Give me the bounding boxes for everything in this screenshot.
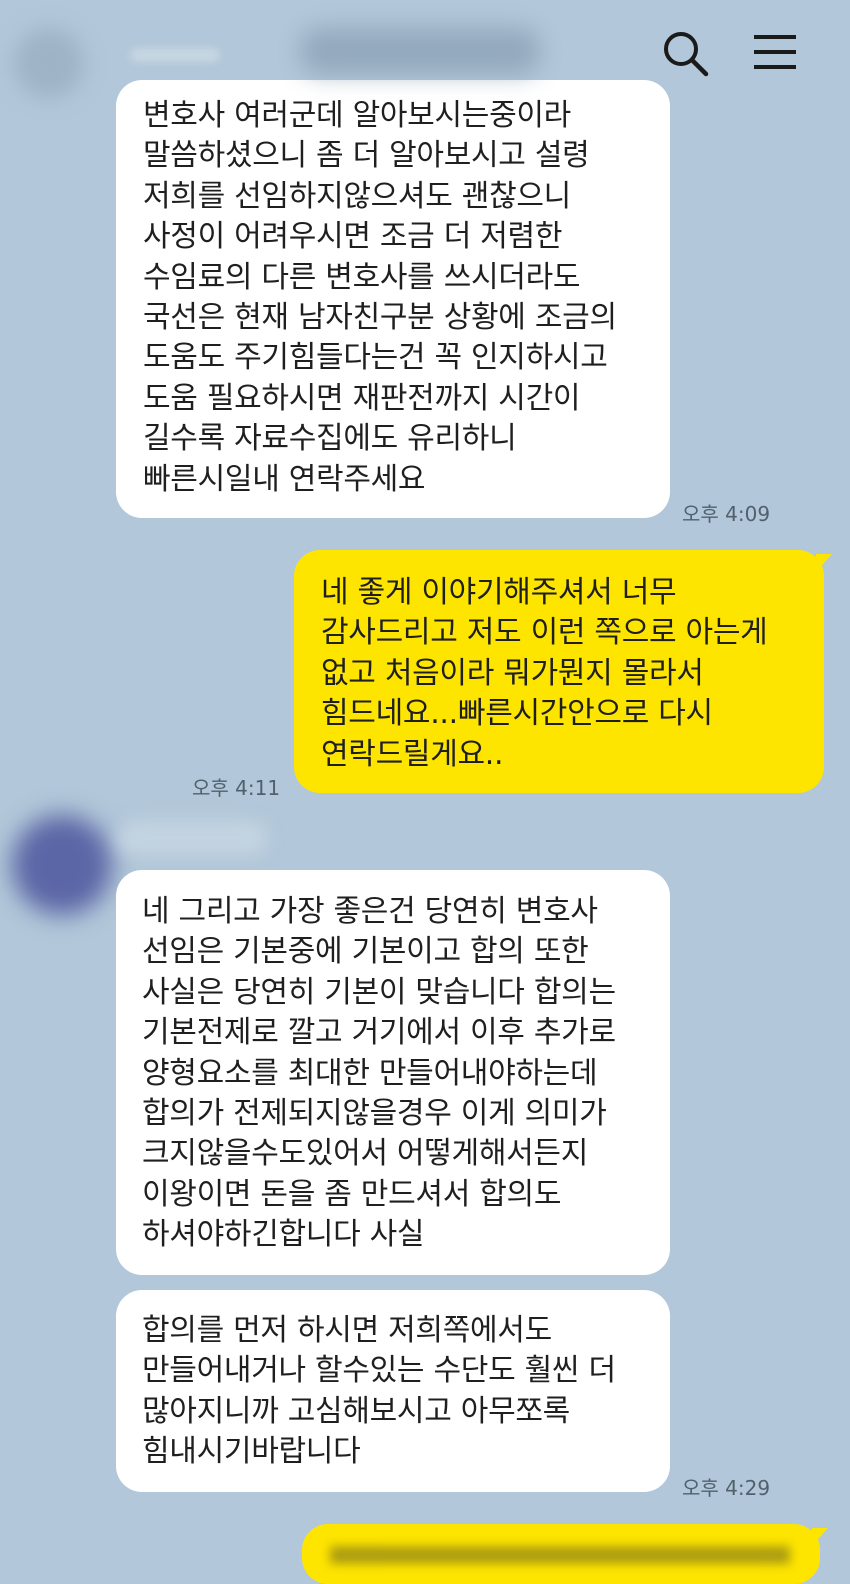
sender-avatar-blurred[interactable] [12, 815, 112, 915]
blurred-text [330, 1546, 790, 1564]
chat-header [0, 0, 850, 100]
message-bubble-incoming[interactable]: 합의를 먼저 하시면 저희쪽에서도 만들어내거나 할수있는 수단도 훨씬 더 많… [116, 1290, 670, 1492]
bubble-tail [816, 554, 832, 572]
menu-icon[interactable] [750, 28, 800, 78]
message-time: 오후 4:09 [682, 502, 771, 526]
search-icon[interactable] [660, 28, 710, 78]
message-time: 오후 4:11 [192, 776, 281, 800]
chat-avatar-blurred[interactable] [14, 28, 84, 98]
chat-title-blurred [300, 28, 540, 74]
bubble-tail [812, 1528, 828, 1546]
message-bubble-incoming[interactable]: 변호사 여러군데 알아보시는중이라 말씀하셨으니 좀 더 알아보시고 설령 저희… [116, 80, 670, 518]
message-time: 오후 4:29 [682, 1476, 771, 1500]
message-bubble-outgoing[interactable]: 네 좋게 이야기해주셔서 너무 감사드리고 저도 이런 쪽으로 아는게 없고 처… [294, 550, 824, 793]
message-bubble-outgoing-partial[interactable] [302, 1524, 820, 1584]
message-bubble-incoming[interactable]: 네 그리고 가장 좋은건 당연히 변호사 선임은 기본중에 기본이고 합의 또한… [116, 870, 670, 1275]
sender-name-blurred [118, 820, 268, 856]
back-area-blurred[interactable] [130, 48, 220, 62]
